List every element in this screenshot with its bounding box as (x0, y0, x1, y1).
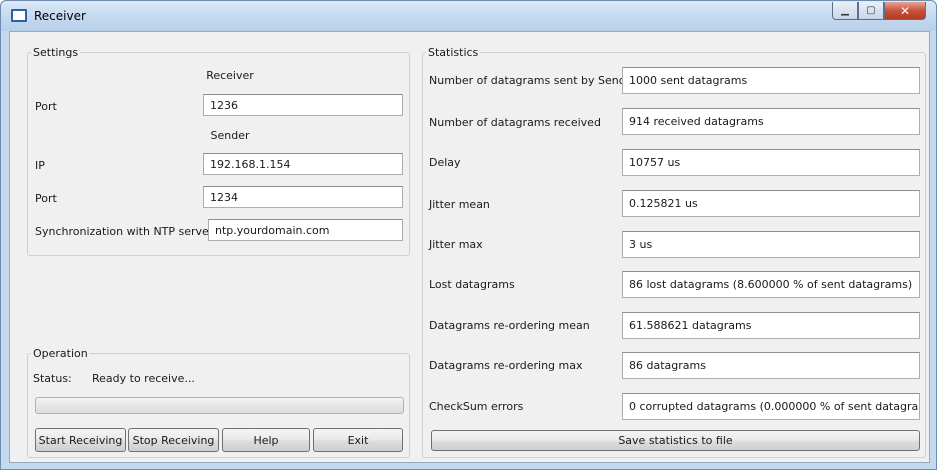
title-bar[interactable]: Receiver ▁ ▢ ✕ (1, 1, 936, 31)
minimize-button[interactable]: ▁ (832, 2, 858, 20)
stat-label-checksum: CheckSum errors (429, 400, 524, 413)
window-icon (11, 9, 27, 22)
minimize-icon: ▁ (841, 5, 849, 16)
stat-label-delay: Delay (429, 156, 461, 169)
receiver-window: Receiver ▁ ▢ ✕ Settings Receiver Port Se… (0, 0, 937, 470)
stat-value-lost: 86 lost datagrams (8.600000 % of sent da… (622, 271, 920, 298)
sender-heading: Sender (210, 129, 250, 142)
client-area: Settings Receiver Port Sender IP Port Sy… (9, 31, 930, 463)
receive-progress-bar (35, 397, 404, 414)
stat-value-sent: 1000 sent datagrams (622, 67, 920, 94)
stat-value-jitter-mean: 0.125821 us (622, 190, 920, 217)
stat-label-jitter-mean: Jitter mean (429, 198, 490, 211)
receiver-port-input[interactable] (203, 94, 403, 116)
sender-port-input[interactable] (203, 186, 403, 208)
stat-label-received: Number of datagrams received (429, 116, 601, 129)
stat-label-jitter-max: Jitter max (429, 238, 483, 251)
window-title: Receiver (34, 9, 86, 23)
close-button[interactable]: ✕ (884, 2, 926, 20)
stat-value-received: 914 received datagrams (622, 108, 920, 135)
stat-label-lost: Lost datagrams (429, 278, 515, 291)
sender-ip-label: IP (35, 159, 45, 172)
stat-value-reorder-max: 86 datagrams (622, 352, 920, 379)
start-receiving-button[interactable]: Start Receiving (35, 428, 126, 452)
stat-value-jitter-max: 3 us (622, 231, 920, 258)
receiver-port-label: Port (35, 100, 57, 113)
stat-label-reorder-max: Datagrams re-ordering max (429, 359, 583, 372)
status-text: Ready to receive... (92, 372, 195, 385)
stat-label-reorder-mean: Datagrams re-ordering mean (429, 319, 590, 332)
stat-value-checksum: 0 corrupted datagrams (0.000000 % of sen… (622, 393, 920, 420)
sender-ip-input[interactable] (203, 153, 403, 175)
stat-label-sent: Number of datagrams sent by Sender (429, 74, 638, 87)
stop-receiving-button[interactable]: Stop Receiving (128, 428, 219, 452)
ntp-label: Synchronization with NTP server (35, 225, 214, 238)
stat-value-delay: 10757 us (622, 149, 920, 176)
save-statistics-button[interactable]: Save statistics to file (431, 430, 920, 451)
maximize-icon: ▢ (866, 5, 876, 16)
help-button[interactable]: Help (222, 428, 310, 452)
stat-value-reorder-mean: 61.588621 datagrams (622, 312, 920, 339)
caption-buttons: ▁ ▢ ✕ (832, 2, 926, 20)
status-label: Status: (33, 372, 72, 385)
sender-port-label: Port (35, 192, 57, 205)
maximize-button[interactable]: ▢ (858, 2, 884, 20)
ntp-server-input[interactable] (208, 219, 403, 241)
close-icon: ✕ (899, 3, 911, 18)
receiver-heading: Receiver (206, 69, 254, 82)
operation-legend: Operation (33, 347, 88, 360)
settings-legend: Settings (33, 46, 79, 59)
statistics-legend: Statistics (428, 46, 479, 59)
exit-button[interactable]: Exit (313, 428, 403, 452)
